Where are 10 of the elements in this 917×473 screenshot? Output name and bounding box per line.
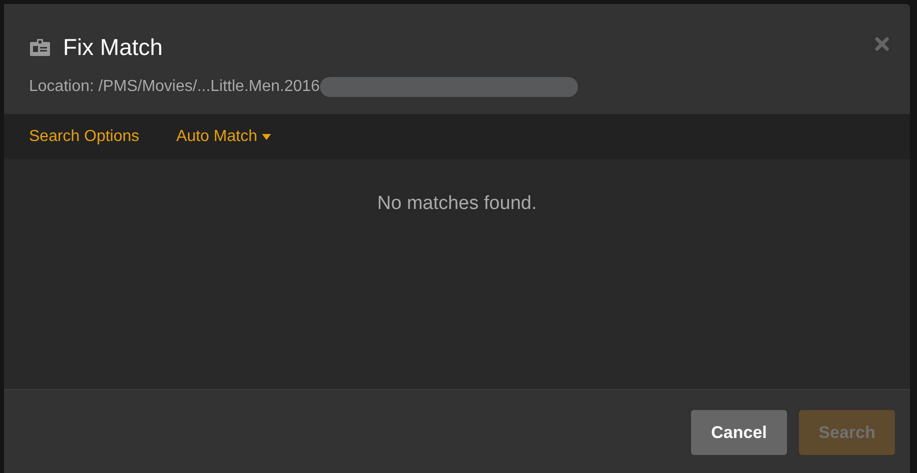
dialog-title: Fix Match (63, 33, 163, 62)
id-card-icon (29, 37, 51, 58)
close-icon (875, 37, 889, 51)
menu-tab[interactable]: Search Options (29, 124, 140, 148)
caret-icon (262, 134, 272, 140)
empty-message: No matches found. (377, 192, 537, 214)
menu-tab[interactable]: Auto Match (176, 124, 272, 148)
dialog-button[interactable]: Cancel (691, 410, 787, 455)
close-button[interactable] (874, 36, 890, 52)
location-path: Location: /PMS/Movies/...Little.Men.2016 (29, 76, 320, 96)
